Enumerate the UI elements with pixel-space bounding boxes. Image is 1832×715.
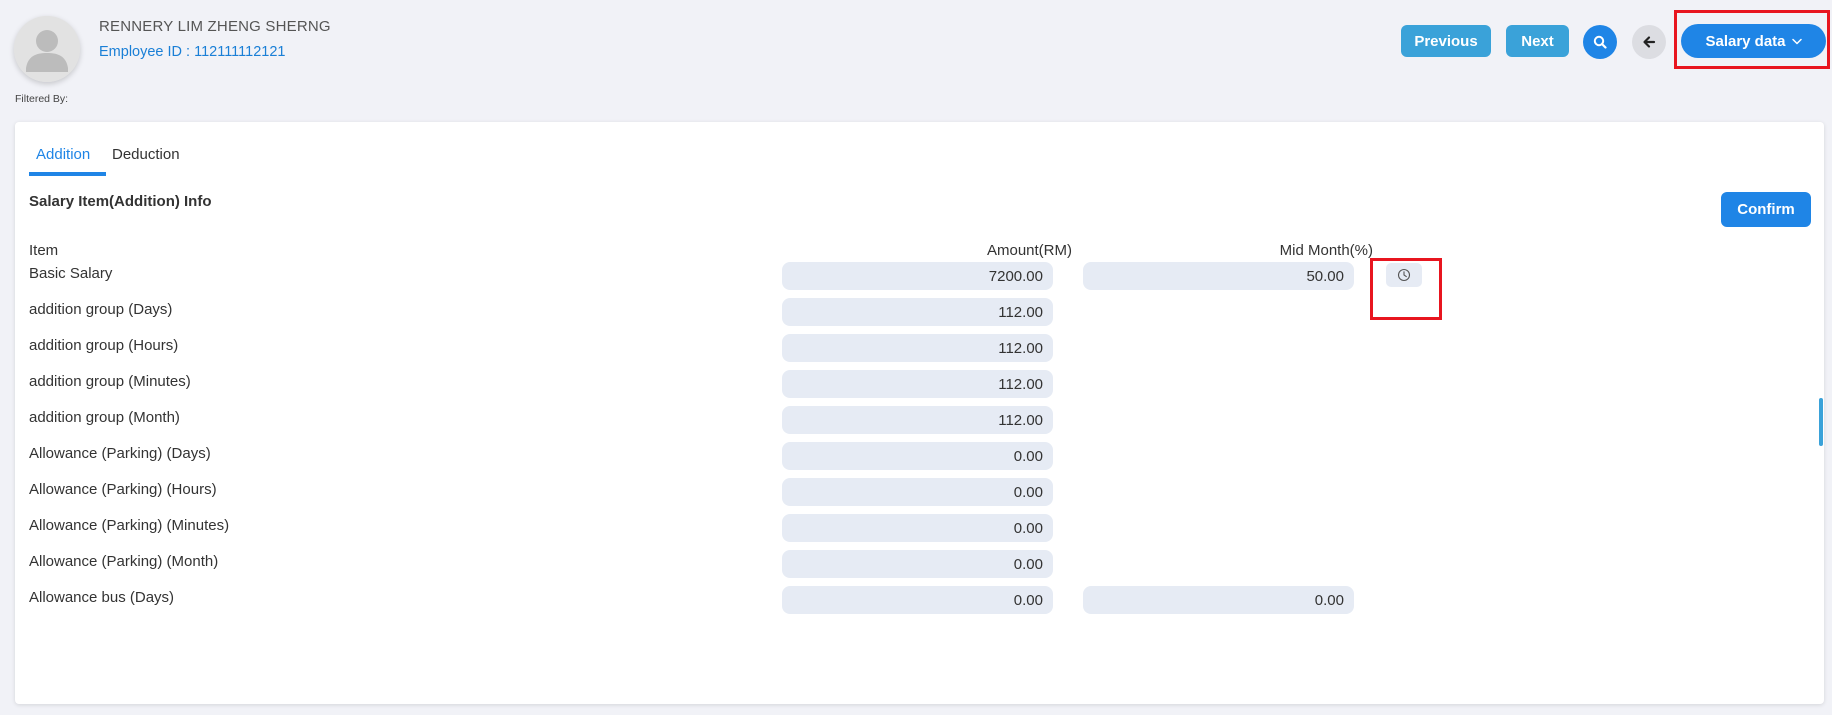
previous-button[interactable]: Previous bbox=[1401, 25, 1491, 57]
table-row: Allowance (Parking) (Minutes) 0.00 bbox=[15, 512, 1824, 548]
employee-name: RENNERY LIM ZHENG SHERNG bbox=[99, 18, 331, 35]
back-button[interactable] bbox=[1632, 25, 1666, 59]
mid-month-field[interactable]: 0.00 bbox=[1083, 586, 1354, 614]
arrow-left-icon bbox=[1643, 36, 1656, 48]
column-header-amount: Amount(RM) bbox=[986, 242, 1072, 259]
amount-field[interactable]: 7200.00 bbox=[782, 262, 1053, 290]
amount-field[interactable]: 112.00 bbox=[782, 298, 1053, 326]
table-row: Allowance (Parking) (Hours) 0.00 bbox=[15, 476, 1824, 512]
history-button[interactable] bbox=[1386, 263, 1422, 287]
employee-id: Employee ID : 112111112121 bbox=[99, 44, 286, 60]
mid-month-field[interactable]: 50.00 bbox=[1083, 262, 1354, 290]
amount-field[interactable]: 0.00 bbox=[782, 442, 1053, 470]
salary-card: Addition Deduction Salary Item(Addition)… bbox=[15, 122, 1824, 704]
row-label: Basic Salary bbox=[29, 265, 113, 282]
search-icon bbox=[1593, 35, 1607, 49]
amount-field[interactable]: 0.00 bbox=[782, 586, 1053, 614]
row-label: Allowance bus (Days) bbox=[29, 589, 175, 606]
section-title: Salary Item(Addition) Info bbox=[29, 193, 212, 210]
active-tab-indicator bbox=[29, 172, 106, 176]
table-row: Allowance bus (Days) 0.00 0.00 bbox=[15, 584, 1824, 620]
column-header-mid-month: Mid Month(%) bbox=[1279, 242, 1373, 259]
table-row: addition group (Hours) 112.00 bbox=[15, 332, 1824, 368]
row-label: addition group (Hours) bbox=[29, 337, 179, 354]
table-row: addition group (Days) 112.00 bbox=[15, 296, 1824, 332]
filtered-by-label: Filtered By: bbox=[15, 93, 69, 105]
row-label: Allowance (Parking) (Month) bbox=[29, 553, 219, 570]
next-button[interactable]: Next bbox=[1506, 25, 1569, 57]
table-row: Allowance (Parking) (Month) 0.00 bbox=[15, 548, 1824, 584]
salary-data-label: Salary data bbox=[1705, 32, 1786, 50]
avatar bbox=[14, 16, 80, 82]
amount-field[interactable]: 0.00 bbox=[782, 514, 1053, 542]
clock-icon bbox=[1397, 268, 1411, 282]
confirm-button[interactable]: Confirm bbox=[1721, 192, 1811, 227]
scrollbar[interactable] bbox=[1819, 398, 1823, 446]
table-row: addition group (Minutes) 112.00 bbox=[15, 368, 1824, 404]
table-row: Basic Salary 7200.00 50.00 bbox=[15, 260, 1824, 296]
salary-data-dropdown[interactable]: Salary data bbox=[1681, 24, 1826, 58]
tab-deduction[interactable]: Deduction bbox=[112, 146, 180, 163]
row-label: addition group (Month) bbox=[29, 409, 180, 426]
chevron-down-icon bbox=[1791, 38, 1802, 44]
table-row: addition group (Month) 112.00 bbox=[15, 404, 1824, 440]
amount-field[interactable]: 112.00 bbox=[782, 334, 1053, 362]
row-label: addition group (Days) bbox=[29, 301, 173, 318]
user-avatar-icon bbox=[14, 16, 80, 82]
amount-field[interactable]: 0.00 bbox=[782, 550, 1053, 578]
row-label: Allowance (Parking) (Minutes) bbox=[29, 517, 230, 534]
search-button[interactable] bbox=[1583, 25, 1617, 59]
row-label: Allowance (Parking) (Hours) bbox=[29, 481, 217, 498]
row-label: Allowance (Parking) (Days) bbox=[29, 445, 211, 462]
row-label: addition group (Minutes) bbox=[29, 373, 191, 390]
amount-field[interactable]: 112.00 bbox=[782, 406, 1053, 434]
column-header-item: Item bbox=[29, 242, 59, 259]
amount-field[interactable]: 112.00 bbox=[782, 370, 1053, 398]
amount-field[interactable]: 0.00 bbox=[782, 478, 1053, 506]
tab-addition[interactable]: Addition bbox=[36, 146, 90, 163]
table-row: Allowance (Parking) (Days) 0.00 bbox=[15, 440, 1824, 476]
